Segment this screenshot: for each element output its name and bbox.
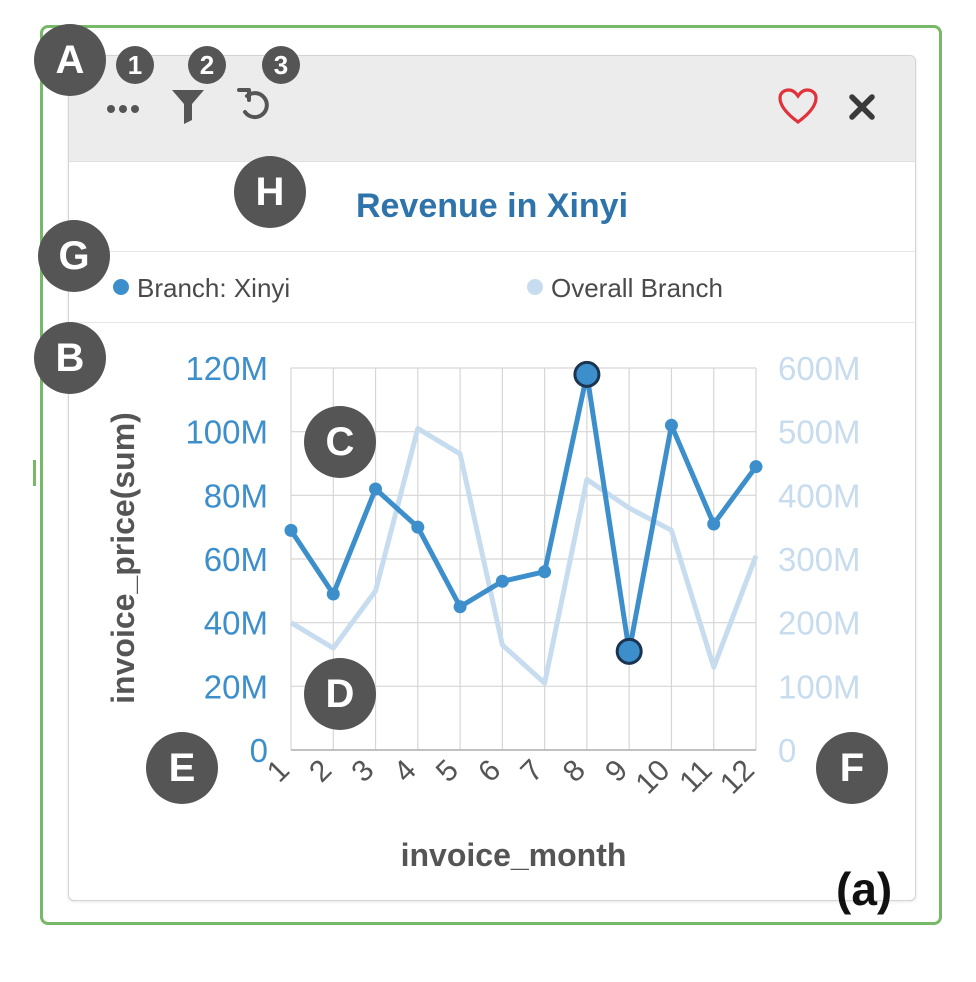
y-right-tick-label: 100M [778,668,861,705]
x-tick-label: 8 [557,754,592,789]
y-right-tick-label: 500M [778,414,861,451]
y-right-tick-label: 300M [778,541,861,578]
data-point [453,600,467,614]
x-tick-label: 7 [514,754,549,789]
data-point [411,520,425,534]
data-point [369,482,383,496]
x-tick-label: 10 [629,754,676,801]
annotation-badge-f: F [816,732,888,804]
y-right-tick-label: 200M [778,605,861,642]
data-point [749,460,763,474]
x-axis-title: invoice_month [401,837,627,873]
y-left-tick-label: 100M [185,414,268,451]
x-tick-label: 11 [673,754,718,799]
annotation-badge-2: 2 [188,46,226,84]
annotation-badge-h: H [234,156,306,228]
y-right-tick-label: 600M [778,350,861,387]
y-left-tick-label: 120M [185,350,268,387]
x-tick-label: 5 [430,754,465,789]
y-left-tick-label: 60M [204,541,268,578]
x-tick-label: 1 [261,754,296,789]
x-tick-label: 12 [714,754,761,801]
y-right-tick-label: 0 [778,732,796,769]
x-tick-label: 9 [599,754,634,789]
data-point [538,565,552,579]
x-tick-label: 6 [472,754,507,789]
highlighted-point [615,637,643,665]
annotation-badge-c: C [304,406,376,478]
x-tick-label: 4 [388,754,423,789]
annotation-badge-b: B [34,322,106,394]
annotation-badge-3: 3 [262,46,300,84]
y-axis-title: invoice_price(sum) [105,412,141,704]
panel-label: (a) [836,863,893,915]
annotation-badge-e: E [146,732,218,804]
annotation-badge-g: G [38,220,110,292]
y-left-tick-label: 40M [204,605,268,642]
data-point [707,517,721,531]
x-tick-label: 2 [303,754,338,789]
y-left-tick-label: 20M [204,668,268,705]
annotation-badge-1: 1 [116,46,154,84]
y-right-tick-label: 400M [778,477,861,514]
annotation-badge-d: D [304,658,376,730]
x-tick-label: 3 [345,754,380,789]
annotation-badge-a: A [34,24,106,96]
data-point [495,574,509,588]
data-point [326,587,340,601]
data-point [284,523,298,537]
y-left-tick-label: 80M [204,477,268,514]
data-point [664,418,678,432]
highlighted-point [573,360,601,388]
